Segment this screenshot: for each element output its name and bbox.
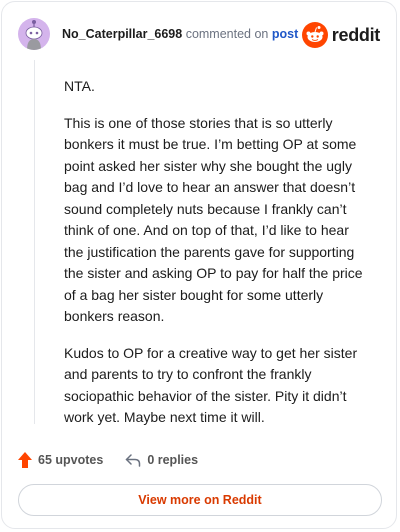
upvote-arrow-icon xyxy=(18,452,32,468)
upvote-count: 65 upvotes xyxy=(38,453,104,467)
reddit-icon xyxy=(301,22,328,48)
avatar[interactable] xyxy=(18,18,50,50)
comment-card: No_Caterpillar_6698 commented on post re… xyxy=(1,1,397,529)
post-link[interactable]: post xyxy=(272,27,298,41)
comment-body: NTA. This is one of those stories that i… xyxy=(64,76,366,444)
comment-header: No_Caterpillar_6698 commented on post re… xyxy=(18,18,380,52)
reply-icon xyxy=(126,454,141,467)
username[interactable]: No_Caterpillar_6698 xyxy=(62,27,182,41)
comment-paragraph: This is one of those stories that is so … xyxy=(64,114,363,325)
reply-count: 0 replies xyxy=(147,453,199,467)
comment-paragraph: NTA. xyxy=(64,78,95,94)
reply-button[interactable]: 0 replies xyxy=(125,453,198,467)
upvote-button[interactable]: 65 upvotes xyxy=(18,452,103,468)
reddit-wordmark: reddit xyxy=(331,24,381,45)
view-more-button[interactable]: View more on Reddit xyxy=(18,484,382,516)
comment-meta: No_Caterpillar_6698 commented on post xyxy=(62,27,298,41)
thread-line xyxy=(34,60,35,424)
comment-paragraph: Kudos to OP for a creative way to get he… xyxy=(64,344,358,426)
commented-on-text: commented on xyxy=(185,27,269,41)
comment-actions: 65 upvotes 0 replies xyxy=(18,450,220,470)
snoo-avatar-icon xyxy=(25,20,43,50)
reddit-logo[interactable]: reddit xyxy=(301,22,381,48)
